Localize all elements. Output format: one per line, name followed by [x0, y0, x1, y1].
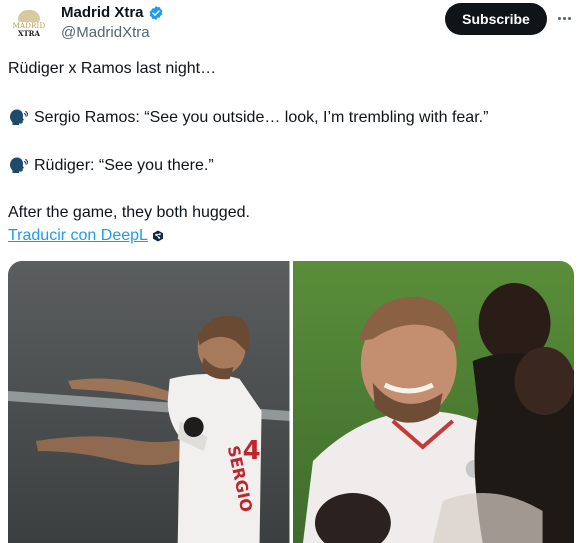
avatar-logo-line2: XTRA [18, 29, 40, 38]
media-grid: SERGIO 4 [8, 261, 574, 543]
speaking-head-icon [10, 157, 28, 173]
tweet-line-2-text: Sergio Ramos: “See you outside… look, I’… [34, 109, 489, 126]
photo-ramos-hug[interactable] [292, 261, 574, 543]
translate-label: Traducir con DeepL [8, 227, 148, 244]
svg-text:4: 4 [243, 436, 261, 466]
photo-ramos-gesturing[interactable]: SERGIO 4 [8, 261, 290, 543]
subscribe-button[interactable]: Subscribe [445, 3, 547, 35]
verified-badge-icon [149, 5, 162, 20]
tweet-line-3: Rüdiger: “See you there.” [8, 156, 214, 175]
tweet-line-3-text: Rüdiger: “See you there.” [34, 157, 214, 174]
more-options-icon[interactable] [553, 8, 575, 28]
tweet-line-1: Rüdiger x Ramos last night… [8, 60, 217, 77]
tweet-line-2: Sergio Ramos: “See you outside… look, I’… [8, 108, 488, 127]
tweet-line-4: After the game, they both hugged. [8, 204, 250, 221]
deepl-icon [152, 230, 163, 242]
user-handle[interactable]: @MadridXtra [61, 24, 150, 41]
avatar[interactable]: MADRID XTRA [9, 4, 49, 44]
crest-icon [18, 10, 40, 22]
speaking-head-icon [10, 109, 28, 125]
display-name[interactable]: Madrid Xtra [61, 4, 144, 21]
translate-link[interactable]: Traducir con DeepL [8, 227, 164, 245]
author-name-row: Madrid Xtra [61, 4, 164, 21]
